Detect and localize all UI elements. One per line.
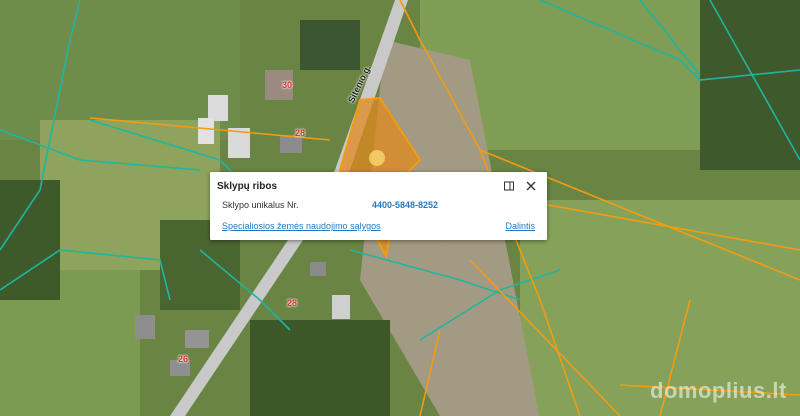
forest-ne xyxy=(700,0,800,170)
house-number: 28 xyxy=(295,128,306,138)
share-link[interactable]: Dalintis xyxy=(505,221,535,231)
building xyxy=(332,295,350,319)
building xyxy=(198,118,214,144)
popup-title: Sklypų ribos xyxy=(217,181,278,192)
parcel-id-value[interactable]: 4400-5848-8252 xyxy=(372,200,438,210)
building xyxy=(135,315,155,339)
pond-area xyxy=(300,20,360,70)
special-conditions-link[interactable]: Specialiosios žemės naudojimo sąlygos xyxy=(222,221,381,231)
close-icon[interactable] xyxy=(525,179,537,191)
house-number: 26 xyxy=(178,354,189,364)
parcel-info-popup: Sklypų ribos Sklypo unikalus Nr. 4400-58… xyxy=(210,172,547,240)
forest-w xyxy=(0,180,60,300)
building xyxy=(185,330,209,348)
building xyxy=(208,95,228,121)
house-number: 30 xyxy=(282,80,293,90)
watermark-logo: domoplius.lt xyxy=(650,378,787,403)
close-icon-svg xyxy=(526,181,536,191)
parcel-marker[interactable] xyxy=(369,150,385,166)
parcel-id-label: Sklypo unikalus Nr. xyxy=(222,200,299,210)
dock-icon[interactable] xyxy=(503,179,515,191)
forest-s xyxy=(250,320,390,416)
building xyxy=(310,262,326,276)
house-number: 28 xyxy=(287,298,298,308)
dock-icon-svg xyxy=(504,181,514,191)
